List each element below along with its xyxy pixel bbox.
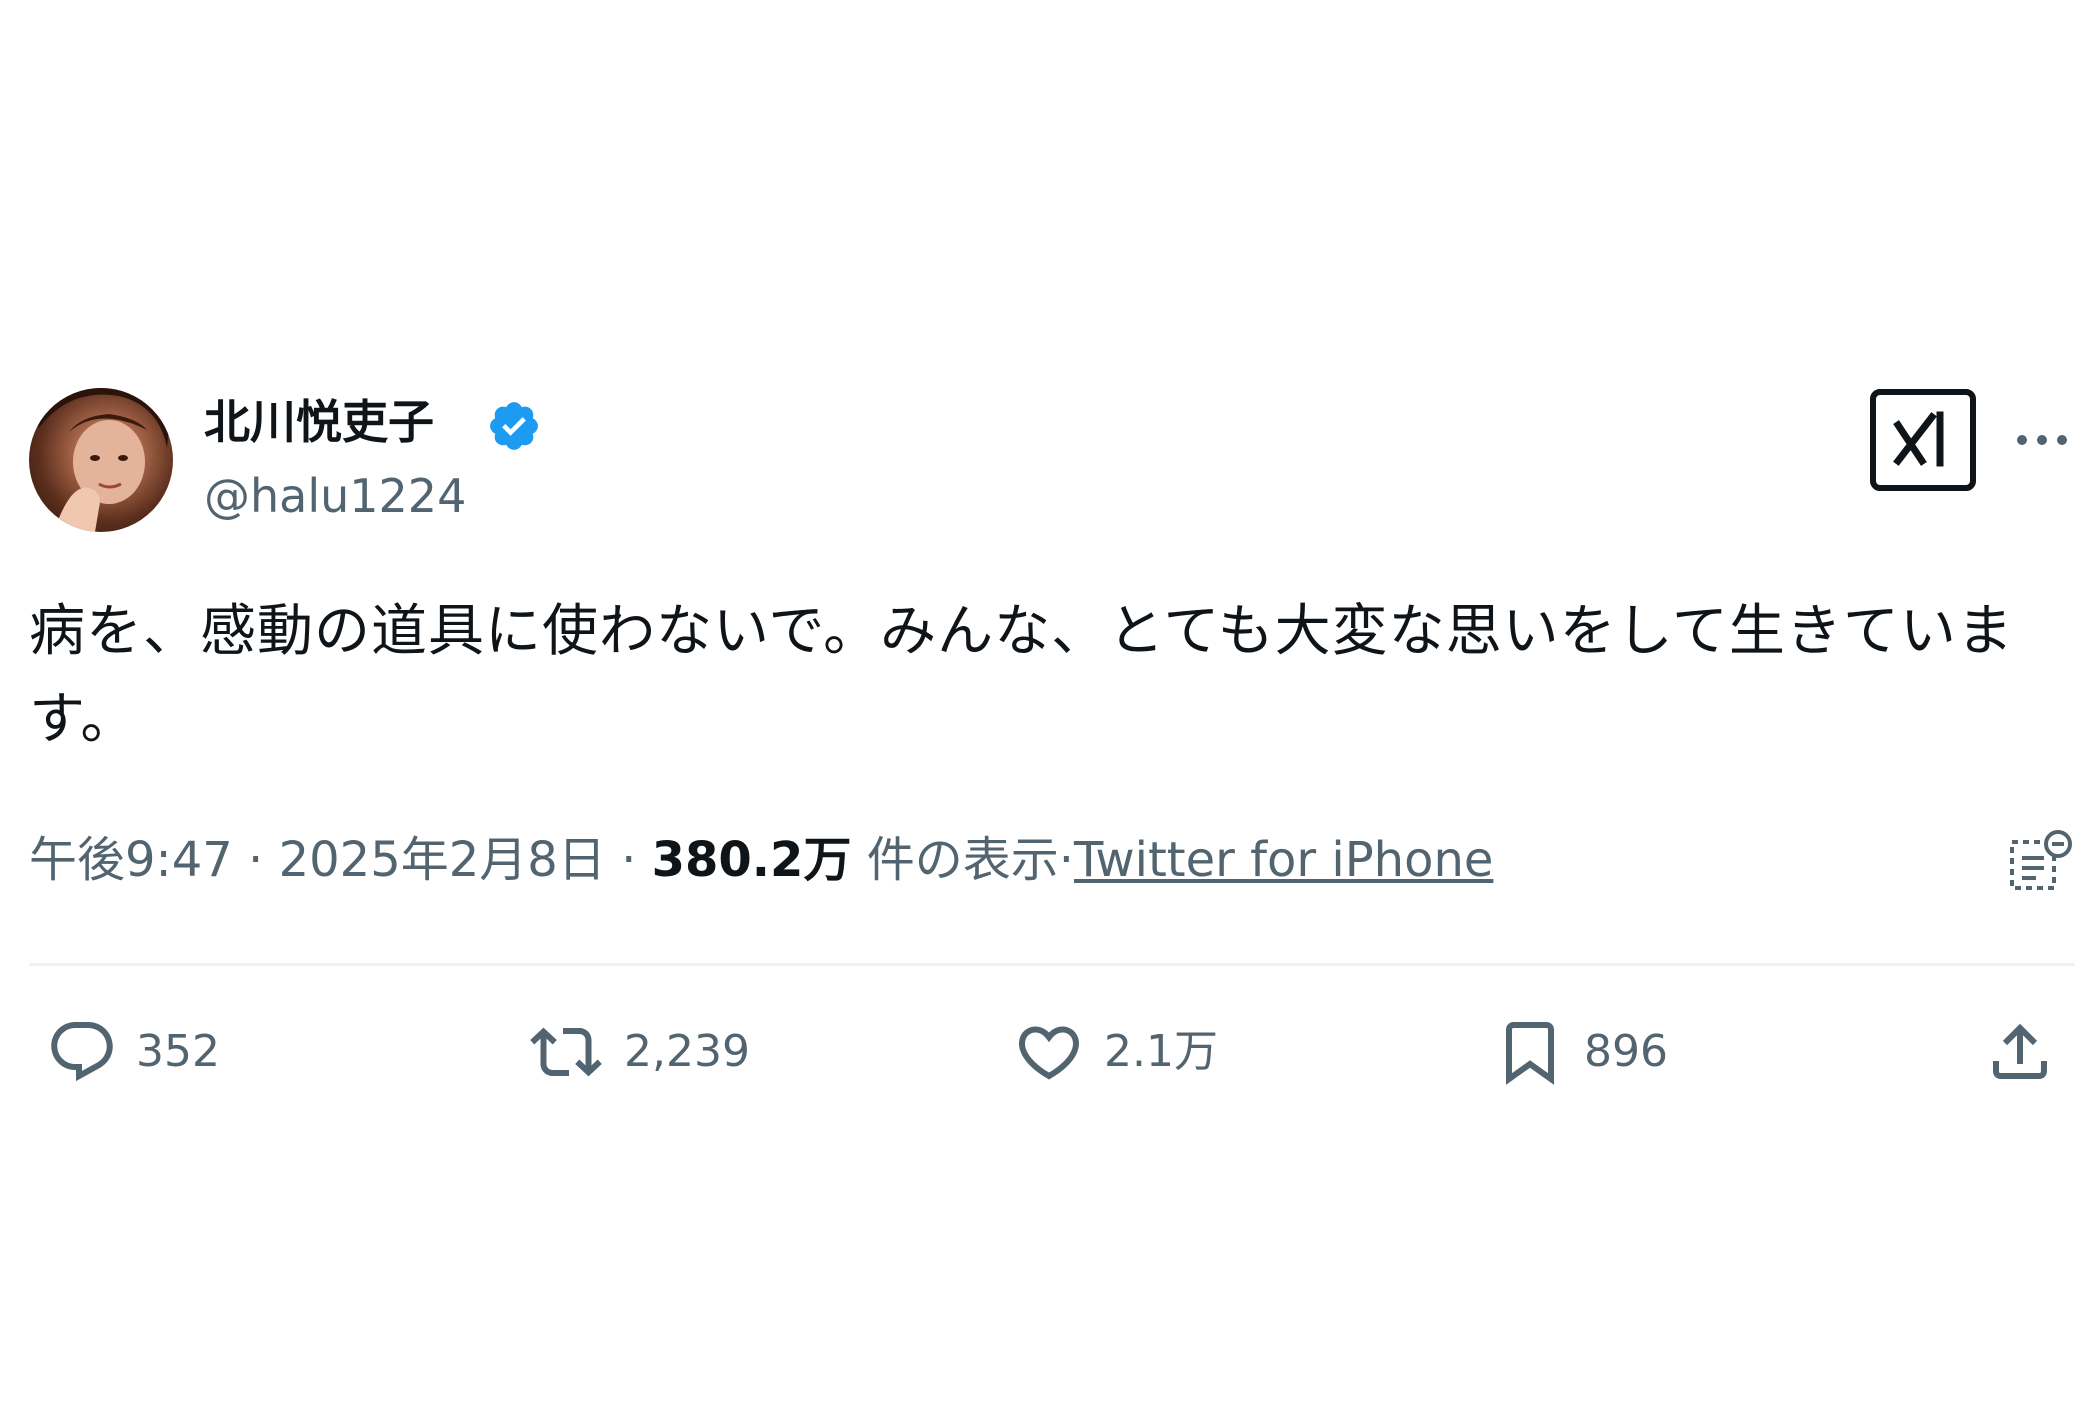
- like-button[interactable]: 2.1万: [1012, 1016, 1218, 1088]
- tweet-date[interactable]: 2025年2月8日: [279, 832, 606, 888]
- tweet-time[interactable]: 午後9:47: [29, 832, 233, 888]
- retweet-count: 2,239: [624, 1026, 750, 1077]
- like-icon: [1018, 1026, 1080, 1080]
- retweet-button[interactable]: 2,239: [526, 1016, 750, 1088]
- avatar[interactable]: [29, 388, 173, 532]
- views-count: 380.2万: [651, 832, 852, 888]
- more-button[interactable]: [2014, 418, 2070, 462]
- share-button[interactable]: [1984, 1016, 2056, 1088]
- like-count: 2.1万: [1104, 1026, 1218, 1077]
- avatar-image: [29, 388, 173, 532]
- more-icon: [2017, 435, 2067, 445]
- retweet-icon: [530, 1027, 602, 1077]
- tweet-card: 北川悦吏子 @halu1224 病を、感動の道具に使わないで。みんな、とても大変…: [0, 0, 2100, 1401]
- bookmark-button[interactable]: 896: [1494, 1016, 1668, 1088]
- grok-button[interactable]: [1870, 389, 1976, 491]
- share-icon: [1993, 1023, 2047, 1079]
- meta-separator: ·: [232, 832, 279, 888]
- views-label: 件の表示: [851, 832, 1059, 888]
- verified-badge-icon[interactable]: [486, 398, 542, 454]
- meta-separator: ·: [605, 832, 652, 888]
- source-link[interactable]: Twitter for iPhone: [1074, 832, 1493, 888]
- grok-icon: [1893, 411, 1944, 467]
- tweet-metadata: 午後9:47 · 2025年2月8日 · 380.2万 件の表示·Twitter…: [29, 828, 1493, 892]
- meta-separator: ·: [1058, 832, 1074, 888]
- display-name[interactable]: 北川悦吏子: [204, 392, 434, 452]
- bookmark-icon: [1506, 1022, 1554, 1085]
- divider: [29, 963, 2075, 966]
- user-handle[interactable]: @halu1224: [204, 466, 466, 526]
- reply-count: 352: [136, 1026, 220, 1077]
- bookmark-count: 896: [1584, 1026, 1668, 1077]
- reply-button[interactable]: 352: [46, 1016, 220, 1088]
- tweet-text: 病を、感動の道具に使わないで。みんな、とても大変な思いをして生きています。: [29, 599, 2014, 752]
- analytics-icon[interactable]: [2008, 828, 2074, 894]
- reply-icon: [51, 1022, 113, 1082]
